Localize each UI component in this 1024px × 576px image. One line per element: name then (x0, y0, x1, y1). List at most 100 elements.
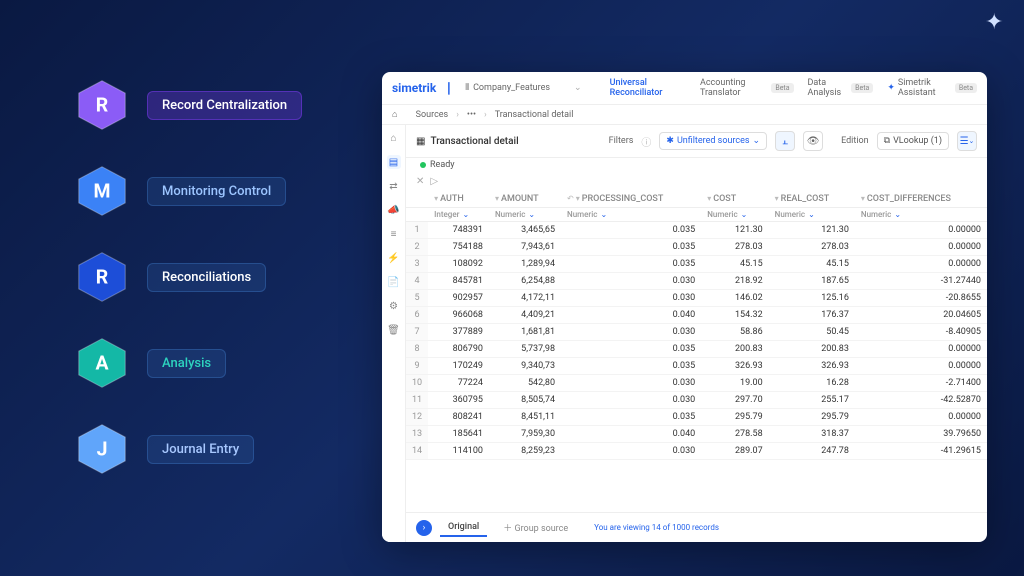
unfiltered-sources-button[interactable]: ✱ Unfiltered sources ⌄ (659, 132, 767, 150)
cell-diff: 0.00000 (855, 239, 987, 256)
sidebar-plug-icon[interactable]: ⚡ (387, 251, 401, 265)
table-row[interactable]: 8 806790 5,737,98 0.035 200.83 200.83 0.… (406, 341, 987, 358)
sidebar-gear-icon[interactable]: ⚙ (387, 299, 401, 313)
col-header[interactable]: ▾AMOUNT (489, 191, 561, 208)
feature-list: R Record Centralization M Monitoring Con… (75, 78, 302, 476)
hex-icon: R (75, 78, 129, 132)
cell-real: 121.30 (769, 222, 855, 239)
col-header[interactable]: ▾AUTH (428, 191, 489, 208)
nav-tab[interactable]: ✦ Simetrik Assistant Beta (887, 78, 977, 98)
cell-diff: -8.40905 (855, 324, 987, 341)
cancel-icon[interactable]: ✕ (416, 176, 424, 187)
col-header[interactable]: ↶▾PROCESSING_COST (561, 191, 701, 208)
filter-col-icon: ▾ (775, 194, 779, 203)
company-selector[interactable]: ⫴ Company_Features ⌄ (465, 83, 581, 93)
table-row[interactable]: 11 360795 8,505,74 0.030 297.70 255.17 -… (406, 392, 987, 409)
home-icon[interactable]: ⌂ (392, 109, 397, 120)
cell-real: 125.16 (769, 290, 855, 307)
puzzle-icon: ✱ (666, 136, 674, 146)
nav-tab[interactable]: Data Analysis Beta (808, 78, 874, 98)
table-row[interactable]: 10 77224 542,80 0.030 19.00 16.28 -2.714… (406, 375, 987, 392)
sidebar-transfer-icon[interactable]: ⇄ (387, 179, 401, 193)
table-row[interactable]: 14 114100 8,259,23 0.030 289.07 247.78 -… (406, 443, 987, 460)
status-dot-icon (420, 162, 426, 168)
cell-amount: 7,943,61 (489, 239, 561, 256)
filter-col-icon: ▾ (434, 194, 438, 203)
row-number: 1 (406, 222, 428, 239)
table-row[interactable]: 6 966068 4,409,21 0.040 154.32 176.37 20… (406, 307, 987, 324)
breadcrumb-leaf: Transactional detail (495, 110, 574, 120)
cell-amount: 5,737,98 (489, 341, 561, 358)
table-row[interactable]: 2 754188 7,943,61 0.035 278.03 278.03 0.… (406, 239, 987, 256)
col-type[interactable]: Numeric⌄ (701, 208, 768, 222)
sidebar-trash-icon[interactable]: 🗑 (387, 323, 401, 337)
cell-cost: 200.83 (701, 341, 768, 358)
cell-proc: 0.035 (561, 341, 701, 358)
table-row[interactable]: 12 808241 8,451,11 0.035 295.79 295.79 0… (406, 409, 987, 426)
cell-auth: 845781 (428, 273, 489, 290)
nav-tab[interactable]: Accounting Translator Beta (700, 78, 794, 98)
table-row[interactable]: 7 377889 1,681,81 0.030 58.86 50.45 -8.4… (406, 324, 987, 341)
feature-label: Journal Entry (147, 435, 254, 464)
filters-info-icon[interactable]: ⓘ (641, 134, 651, 149)
panel-title-block: ▦ Transactional detail (416, 136, 519, 147)
col-type[interactable]: Integer⌄ (428, 208, 489, 222)
play-icon[interactable]: ▷ (430, 176, 438, 187)
sidebar-data-icon[interactable]: ▤ (387, 155, 401, 169)
cell-auth: 966068 (428, 307, 489, 324)
row-number: 14 (406, 443, 428, 460)
cell-real: 16.28 (769, 375, 855, 392)
cell-cost: 297.70 (701, 392, 768, 409)
breadcrumb-row: ⌂ Sources › ••• › Transactional detail (382, 105, 987, 125)
table-row[interactable]: 9 170249 9,340,73 0.035 326.93 326.93 0.… (406, 358, 987, 375)
col-type[interactable]: Numeric⌄ (489, 208, 561, 222)
table-row[interactable]: 1 748391 3,465,65 0.035 121.30 121.30 0.… (406, 222, 987, 239)
breadcrumb-mid[interactable]: ••• (467, 110, 476, 120)
table-row[interactable]: 3 108092 1,289,94 0.035 45.15 45.15 0.00… (406, 256, 987, 273)
footer-expand-button[interactable]: › (416, 520, 432, 536)
vlookup-button[interactable]: ⧉ VLookup (1) (877, 132, 949, 150)
cell-auth: 77224 (428, 375, 489, 392)
table-row[interactable]: 4 845781 6,254,88 0.030 218.92 187.65 -3… (406, 273, 987, 290)
row-number: 2 (406, 239, 428, 256)
cell-proc: 0.030 (561, 392, 701, 409)
footer-tab-group[interactable]: ＋ Group source (495, 518, 576, 537)
table-icon: ▦ (416, 136, 425, 147)
col-header[interactable]: ▾REAL_COST (769, 191, 855, 208)
footer-tab-original[interactable]: Original (440, 519, 487, 537)
col-type[interactable]: Numeric⌄ (561, 208, 701, 222)
nav-tabs: Universal Reconciliator Accounting Transl… (610, 78, 977, 98)
col-type[interactable]: Numeric⌄ (769, 208, 855, 222)
col-header[interactable]: ▾COST_DIFFERENCES (855, 191, 987, 208)
chevron-down-icon: ⌄ (528, 210, 535, 219)
col-type[interactable]: Numeric⌄ (855, 208, 987, 222)
cell-real: 278.03 (769, 239, 855, 256)
chevron-down-icon: ⌄ (808, 210, 815, 219)
sidebar-list-icon[interactable]: ≡ (387, 227, 401, 241)
breadcrumb-root[interactable]: Sources (416, 110, 449, 120)
cell-real: 295.79 (769, 409, 855, 426)
hex-icon: R (75, 250, 129, 304)
filter-icon-button[interactable]: ⫠ (775, 131, 795, 151)
col-header[interactable]: ▾COST (701, 191, 768, 208)
table-row[interactable]: 5 902957 4,172,11 0.030 146.02 125.16 -2… (406, 290, 987, 307)
table-row[interactable]: 13 185641 7,959,30 0.040 278.58 318.37 3… (406, 426, 987, 443)
cell-cost: 146.02 (701, 290, 768, 307)
cell-proc: 0.030 (561, 375, 701, 392)
sidebar-doc-icon[interactable]: 📄 (387, 275, 401, 289)
sidebar-home-icon[interactable]: ⌂ (387, 131, 401, 145)
cell-amount: 7,959,30 (489, 426, 561, 443)
row-number: 9 (406, 358, 428, 375)
data-table-wrap[interactable]: ▾AUTH▾AMOUNT↶▾PROCESSING_COST▾COST▾REAL_… (406, 191, 987, 512)
nav-tab[interactable]: Universal Reconciliator (610, 78, 686, 98)
chevron-down-icon: ⌄ (741, 210, 748, 219)
feature-0: R Record Centralization (75, 78, 302, 132)
edition-menu-button[interactable]: ☰⌄ (957, 131, 977, 151)
filter-col-icon: ▾ (576, 194, 580, 203)
cell-cost: 218.92 (701, 273, 768, 290)
cell-auth: 748391 (428, 222, 489, 239)
bars-icon: ⫴ (465, 83, 469, 93)
cell-diff: 0.00000 (855, 409, 987, 426)
visibility-icon-button[interactable]: 👁 (803, 131, 823, 151)
sidebar-announce-icon[interactable]: 📣 (387, 203, 401, 217)
